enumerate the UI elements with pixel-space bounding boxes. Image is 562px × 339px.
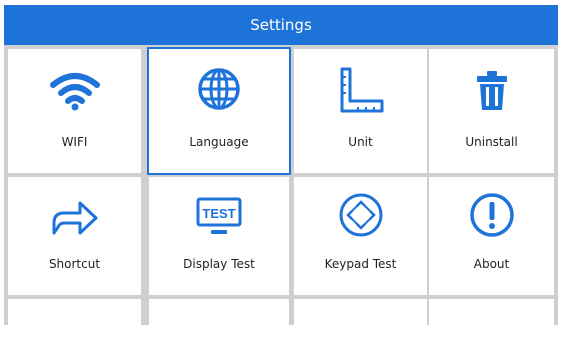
tile-row3-1[interactable]	[8, 299, 141, 339]
wifi-icon	[8, 67, 141, 115]
tile-label: Display Test	[183, 257, 255, 271]
tile-row3-2[interactable]	[149, 299, 289, 339]
tile-keypad-test[interactable]: Keypad Test	[294, 177, 427, 295]
ruler-icon	[294, 67, 427, 115]
info-icon	[429, 191, 554, 239]
display-test-icon-text: TEST	[202, 206, 235, 221]
tile-unit[interactable]: Unit	[294, 49, 427, 173]
keypad-icon	[294, 191, 427, 239]
tile-label: WIFI	[61, 135, 88, 149]
tile-row3-4[interactable]	[429, 299, 554, 339]
globe-icon	[149, 65, 289, 113]
page-title: Settings	[250, 16, 312, 34]
tile-label: Unit	[348, 135, 373, 149]
settings-header: Settings	[4, 5, 558, 45]
tile-about[interactable]: About	[429, 177, 554, 295]
share-arrow-icon	[8, 193, 141, 241]
tile-uninstall[interactable]: Uninstall	[429, 49, 554, 173]
tile-language[interactable]: Language	[147, 47, 291, 175]
tile-shortcut[interactable]: Shortcut	[8, 177, 141, 295]
tile-label: Language	[189, 135, 249, 149]
display-test-icon: TEST	[149, 193, 289, 241]
tile-wifi[interactable]: WIFI	[8, 49, 141, 173]
tile-label: Shortcut	[48, 257, 101, 271]
tile-label: Uninstall	[465, 135, 518, 149]
tile-label: About	[473, 257, 510, 271]
trash-icon	[429, 67, 554, 115]
settings-grid: WIFI Language Unit Uninstall Shortcut TE…	[4, 45, 558, 339]
tile-display-test[interactable]: TEST Display Test	[149, 177, 289, 295]
tile-row3-3[interactable]	[294, 299, 427, 339]
tile-label: Keypad Test	[324, 257, 397, 271]
